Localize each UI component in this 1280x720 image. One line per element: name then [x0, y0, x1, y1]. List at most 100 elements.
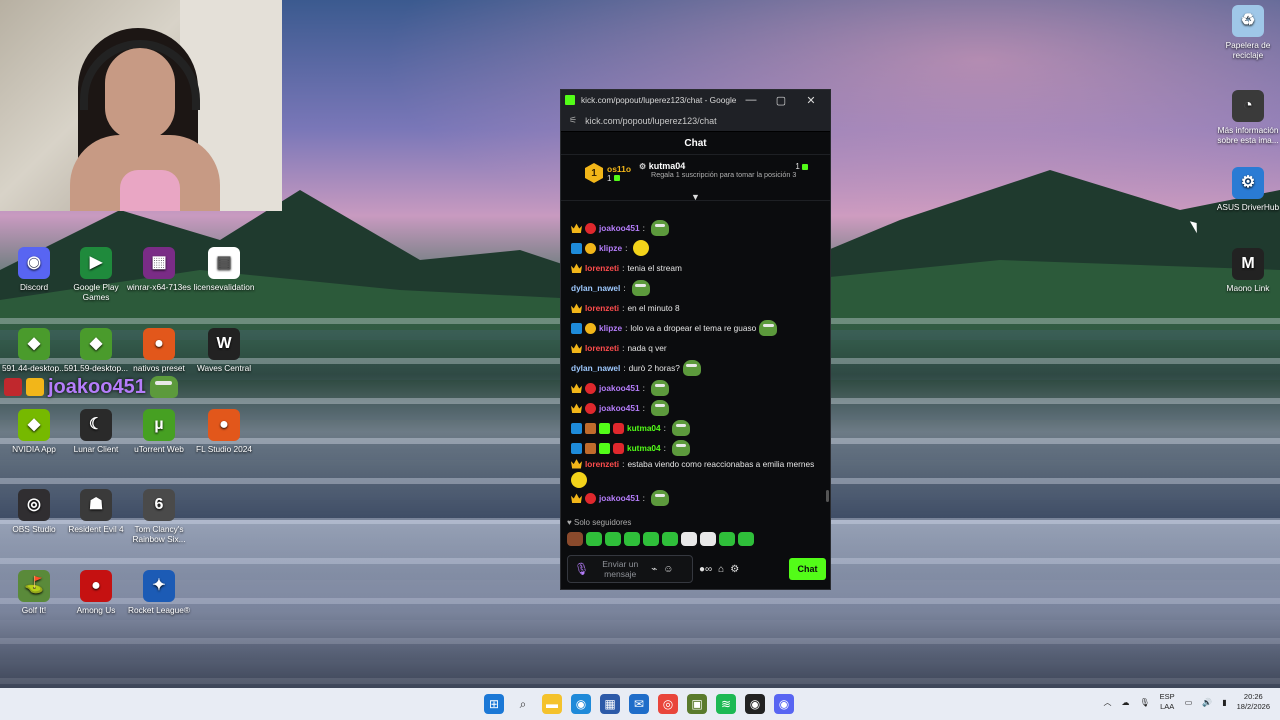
chat-message[interactable]: lorenzeti: tenia el stream	[571, 258, 820, 278]
volume-icon[interactable]: 🔊	[1202, 698, 1212, 707]
chat-username[interactable]: kutma04	[627, 443, 661, 453]
desktop-icon[interactable]: M Maono Link	[1214, 248, 1280, 293]
desktop-icon[interactable]: ▤ licensevalidation	[190, 247, 258, 292]
chat-username[interactable]: lorenzeti	[585, 343, 619, 353]
emote-button[interactable]	[681, 532, 697, 546]
desktop-icon[interactable]: ◎ OBS Studio	[0, 489, 68, 534]
address-bar[interactable]: ⚟ kick.com/popout/luperez123/chat	[561, 110, 830, 132]
minimize-button[interactable]: —	[736, 94, 766, 106]
network-icon[interactable]: ▭	[1185, 698, 1193, 707]
send-chat-button[interactable]: Chat	[789, 558, 826, 580]
chat-username[interactable]: kutma04	[627, 423, 661, 433]
desktop-icon[interactable]: µ uTorrent Web	[125, 409, 193, 454]
chat-popout-window[interactable]: kick.com/popout/luperez123/chat - Google…	[560, 89, 831, 590]
desktop-icon[interactable]: ● FL Studio 2024	[190, 409, 258, 454]
chat-message[interactable]: kutma04:	[571, 418, 820, 438]
chat-username[interactable]: joakoo451	[599, 403, 640, 413]
desktop-icon[interactable]: ▦ winrar-x64-713es	[125, 247, 193, 292]
obs-icon[interactable]: ◉	[745, 694, 765, 714]
discord-icon[interactable]: ◉	[774, 694, 794, 714]
spotify-icon[interactable]: ≋	[716, 694, 736, 714]
desktop-icon[interactable]: ● nativos preset	[125, 328, 193, 373]
chat-message[interactable]: joakoo451:	[571, 218, 820, 238]
leader-username[interactable]: os11o	[607, 164, 631, 174]
emote-button[interactable]	[738, 532, 754, 546]
start-icon[interactable]: ⊞	[484, 694, 504, 714]
expand-chevron-icon[interactable]: ▼	[691, 192, 700, 202]
chat-message[interactable]: dylan_nawel:	[571, 278, 820, 298]
chat-username[interactable]: klipze	[599, 243, 622, 253]
chat-username[interactable]: dylan_nawel	[571, 363, 620, 373]
desktop-icon[interactable]: ◔ Más información sobre esta ima...	[1214, 90, 1280, 145]
mic-tray-icon[interactable]: 🎙	[1140, 698, 1150, 707]
store-icon[interactable]: ⌂	[718, 564, 724, 575]
emote-button[interactable]	[662, 532, 678, 546]
clock[interactable]: 20:26 18/2/2026	[1237, 692, 1270, 712]
site-settings-icon[interactable]: ⚟	[569, 115, 577, 126]
desktop-icon[interactable]: ☾ Lunar Client	[62, 409, 130, 454]
desktop-icon[interactable]: ◉ Discord	[0, 247, 68, 292]
chat-message[interactable]: lorenzeti: nada q ver	[571, 338, 820, 358]
desktop-icon[interactable]: ◆ 591.59-desktop...	[62, 328, 130, 373]
command-icon[interactable]: ⌁	[651, 564, 657, 575]
chat-message[interactable]: lorenzeti: estaba viendo como reaccionab…	[571, 458, 820, 488]
desktop-icon[interactable]: ⚙ ASUS DriverHub	[1214, 167, 1280, 212]
chat-message[interactable]: dylan_nawel: durò 2 horas?	[571, 358, 820, 378]
message-input[interactable]: 🎙 Enviar un mensaje ⌁ ☺	[567, 555, 693, 583]
chat-username[interactable]: joakoo451	[599, 383, 640, 393]
chat-username[interactable]: lorenzeti	[585, 459, 619, 469]
window-titlebar[interactable]: kick.com/popout/luperez123/chat - Google…	[561, 90, 830, 110]
game-icon[interactable]: ▣	[687, 694, 707, 714]
chat-username[interactable]: joakoo451	[599, 493, 640, 503]
chat-message[interactable]: klipze: lolo va a dropear el tema re gua…	[571, 318, 820, 338]
emote-button[interactable]	[719, 532, 735, 546]
chat-message[interactable]: joakoo451:	[571, 378, 820, 398]
chat-message[interactable]: joakoo451:	[571, 488, 820, 508]
emote-button[interactable]	[567, 532, 583, 546]
store-app-icon[interactable]: ▦	[600, 694, 620, 714]
desktop-icon[interactable]: ⛳ Golf It!	[0, 570, 68, 615]
tray-chevron-icon[interactable]: ︿	[1104, 697, 1112, 708]
chat-messages[interactable]: joakoo451: klipze: lorenzeti: tenia el s…	[561, 218, 830, 518]
emote-button[interactable]	[643, 532, 659, 546]
url-text[interactable]: kick.com/popout/luperez123/chat	[585, 116, 717, 126]
chat-message[interactable]: joakoo451:	[571, 398, 820, 418]
chat-scrollbar[interactable]	[826, 490, 829, 502]
users-icon[interactable]: ●∞	[699, 564, 712, 575]
chat-message[interactable]: kutma04:	[571, 438, 820, 458]
battery-icon[interactable]: ▮	[1222, 698, 1226, 707]
chrome-icon[interactable]: ◎	[658, 694, 678, 714]
desktop-icon[interactable]: W Waves Central	[190, 328, 258, 373]
close-button[interactable]: ✕	[796, 94, 826, 107]
chat-username[interactable]: lorenzeti	[585, 263, 619, 273]
emote-button[interactable]	[700, 532, 716, 546]
gear-icon[interactable]: ⚙	[730, 564, 739, 575]
chat-username[interactable]: klipze	[599, 323, 622, 333]
chat-message[interactable]: klipze:	[571, 238, 820, 258]
emote-button[interactable]	[605, 532, 621, 546]
chat-message[interactable]: lorenzeti: en el minuto 8	[571, 298, 820, 318]
mic-icon[interactable]: 🎙	[574, 562, 589, 576]
message-placeholder[interactable]: Enviar un mensaje	[595, 559, 645, 579]
chat-username[interactable]: dylan_nawel	[571, 283, 620, 293]
language-indicator[interactable]: ESP LAA	[1160, 692, 1175, 712]
desktop-icon[interactable]: ● Among Us	[62, 570, 130, 615]
onedrive-icon[interactable]: ☁	[1122, 698, 1130, 707]
chat-username[interactable]: joakoo451	[599, 223, 640, 233]
desktop-icon[interactable]: ♻ Papelera de reciclaje	[1214, 5, 1280, 60]
desktop-icon[interactable]: ✦ Rocket League®	[125, 570, 193, 615]
file-explorer-icon[interactable]: ▬	[542, 694, 562, 714]
maximize-button[interactable]: ▢	[766, 94, 796, 107]
pinned-leaderboard[interactable]: 1 os11o 1 ⚙ kutma04 Regala 1 suscripción…	[561, 155, 830, 202]
search-icon[interactable]: ⌕	[513, 694, 533, 714]
emote-button[interactable]	[624, 532, 640, 546]
desktop-icon[interactable]: ▶ Google Play Games	[62, 247, 130, 302]
emoji-icon[interactable]: ☺	[663, 564, 673, 575]
quick-emotes[interactable]	[567, 532, 754, 546]
desktop-icon[interactable]: ☗ Resident Evil 4	[62, 489, 130, 534]
outlook-icon[interactable]: ✉	[629, 694, 649, 714]
emote-button[interactable]	[586, 532, 602, 546]
desktop-icon[interactable]: ◆ 591.44-desktop...	[0, 328, 68, 373]
desktop-icon[interactable]: 6 Tom Clancy's Rainbow Six...	[125, 489, 193, 544]
desktop-icon[interactable]: ◆ NVIDIA App	[0, 409, 68, 454]
